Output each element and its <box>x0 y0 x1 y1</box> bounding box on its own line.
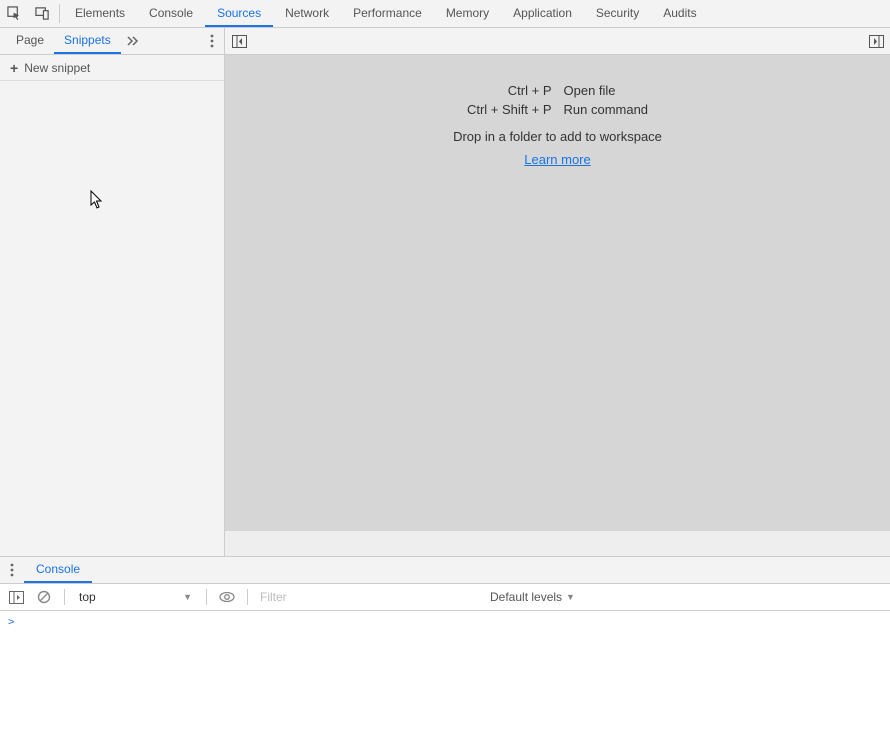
console-output[interactable]: > <box>0 611 890 748</box>
console-drawer: Console top ▼ Default levels ▼ > <box>0 556 890 748</box>
sources-main-area: + New snippet Ctrl + P Open file Ctrl + … <box>0 55 890 556</box>
toolbar-separator <box>206 589 207 605</box>
tab-sources[interactable]: Sources <box>205 0 273 27</box>
tab-security[interactable]: Security <box>584 0 651 27</box>
hint-open-file-action: Open file <box>564 83 649 98</box>
tab-application[interactable]: Application <box>501 0 584 27</box>
tab-elements[interactable]: Elements <box>63 0 137 27</box>
log-levels-selector[interactable]: Default levels ▼ <box>490 590 575 604</box>
shortcut-hints: Ctrl + P Open file Ctrl + Shift + P Run … <box>455 79 660 121</box>
console-sidebar-toggle-icon[interactable] <box>4 585 28 609</box>
new-snippet-button[interactable]: + New snippet <box>0 55 224 81</box>
tab-network[interactable]: Network <box>273 0 341 27</box>
devtools-top-toolbar: Elements Console Sources Network Perform… <box>0 0 890 28</box>
drawer-tab-console[interactable]: Console <box>24 557 92 583</box>
hint-run-command-key: Ctrl + Shift + P <box>467 102 552 117</box>
toolbar-separator <box>247 589 248 605</box>
execution-context-label: top <box>79 590 96 604</box>
new-snippet-label: New snippet <box>24 61 90 75</box>
inspect-element-icon[interactable] <box>0 0 28 27</box>
execution-context-selector[interactable]: top ▼ <box>73 587 198 607</box>
drop-folder-message: Drop in a folder to add to workspace <box>453 129 662 144</box>
hint-open-file-key: Ctrl + P <box>467 83 552 98</box>
snippets-sidebar: + New snippet <box>0 55 225 556</box>
editor-footer <box>225 530 890 556</box>
toolbar-separator <box>64 589 65 605</box>
tab-performance[interactable]: Performance <box>341 0 434 27</box>
drawer-tabs: Console <box>0 557 890 584</box>
tab-console[interactable]: Console <box>137 0 205 27</box>
learn-more-row: Learn more <box>524 152 590 167</box>
hint-run-command-action: Run command <box>564 102 649 117</box>
sub-tab-page[interactable]: Page <box>6 28 54 54</box>
top-tabs: Elements Console Sources Network Perform… <box>63 0 709 27</box>
live-expression-icon[interactable] <box>215 585 239 609</box>
toggle-navigator-icon[interactable] <box>225 28 253 54</box>
plus-icon: + <box>10 60 18 76</box>
sub-tabs-more-icon[interactable] <box>121 28 145 54</box>
drawer-menu-icon[interactable] <box>0 557 24 583</box>
sources-editor-placeholder[interactable]: Ctrl + P Open file Ctrl + Shift + P Run … <box>225 55 890 556</box>
sources-sub-toolbar: Page Snippets <box>0 28 890 55</box>
learn-more-link[interactable]: Learn more <box>524 152 590 167</box>
console-toolbar: top ▼ Default levels ▼ <box>0 584 890 611</box>
console-filter-input[interactable] <box>256 588 486 606</box>
clear-console-icon[interactable] <box>32 585 56 609</box>
sub-toolbar-left: Page Snippets <box>0 28 225 54</box>
log-levels-label: Default levels <box>490 590 562 604</box>
sub-tab-snippets[interactable]: Snippets <box>54 28 121 54</box>
tab-audits[interactable]: Audits <box>651 0 708 27</box>
navigator-menu-icon[interactable] <box>200 28 224 54</box>
dropdown-triangle-icon: ▼ <box>183 592 192 602</box>
device-toolbar-icon[interactable] <box>28 0 56 27</box>
console-prompt[interactable]: > <box>8 615 15 628</box>
tab-memory[interactable]: Memory <box>434 0 501 27</box>
sub-tabs: Page Snippets <box>0 28 121 54</box>
toolbar-separator <box>59 4 60 23</box>
toggle-debugger-icon[interactable] <box>862 28 890 54</box>
dropdown-triangle-icon: ▼ <box>566 592 575 602</box>
sub-toolbar-right <box>225 28 890 54</box>
